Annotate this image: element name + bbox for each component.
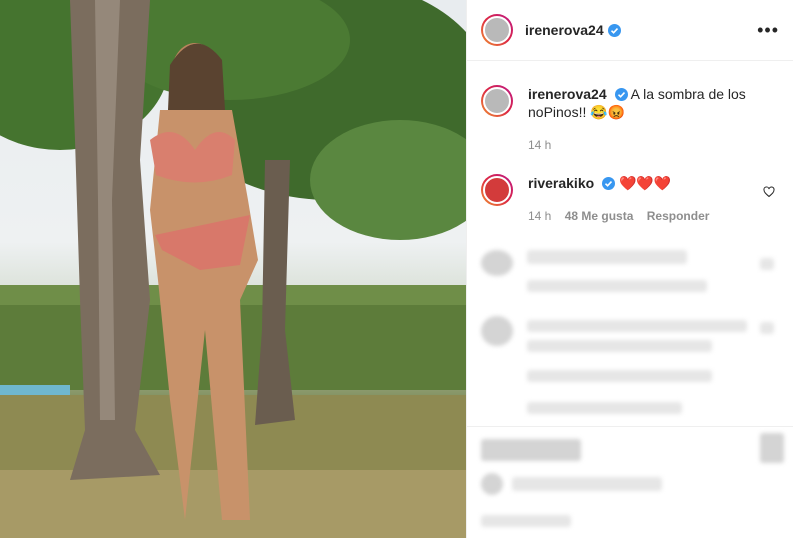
instagram-post-view: irenerova24 ••• irenerova24 A la sombra …	[0, 0, 793, 538]
blurred-comment-meta	[527, 280, 707, 292]
more-options-icon[interactable]: •••	[757, 21, 779, 39]
verified-icon	[614, 88, 628, 101]
caption-text: irenerova24 A la sombra de los noPinos!!…	[528, 85, 768, 121]
post-photo[interactable]	[0, 0, 466, 538]
blurred-actions	[481, 439, 581, 461]
caption-time[interactable]: 14 h	[528, 138, 551, 152]
comment-body: ❤️❤️❤️	[618, 175, 672, 191]
blurred-heart	[760, 258, 774, 270]
heart-icon[interactable]	[763, 186, 775, 198]
commenter-avatar[interactable]	[481, 174, 513, 206]
blurred-avatar	[481, 316, 513, 346]
reply-button[interactable]: Responder	[647, 209, 710, 223]
caption-username[interactable]: irenerova24	[528, 86, 607, 102]
blurred-avatar	[481, 250, 513, 276]
post-header: irenerova24 •••	[467, 0, 793, 61]
comment-likes[interactable]: 48 Me gusta	[565, 209, 634, 223]
verified-icon	[602, 177, 616, 190]
blurred-comment-meta	[527, 370, 712, 382]
blurred-comment	[527, 250, 687, 264]
caption-row: irenerova24 A la sombra de los noPinos!!…	[481, 85, 768, 121]
comment-row: riverakiko ❤️❤️❤️	[481, 174, 768, 206]
action-bar	[467, 426, 793, 527]
comment-time[interactable]: 14 h	[528, 209, 551, 223]
author-username[interactable]: irenerova24	[525, 22, 604, 38]
blurred-comment	[527, 320, 747, 332]
blurred-comment	[527, 340, 712, 352]
verified-icon	[607, 23, 621, 37]
blurred-date	[481, 515, 571, 527]
blurred-avatar	[481, 473, 503, 495]
photo-illustration	[0, 0, 466, 538]
caption-avatar[interactable]	[481, 85, 513, 117]
blurred-heart	[760, 322, 774, 334]
comment-meta: 14 h 48 Me gusta Responder	[528, 209, 709, 223]
blurred-likes	[512, 477, 662, 491]
author-avatar[interactable]	[481, 14, 513, 46]
comment-text: riverakiko ❤️❤️❤️	[528, 174, 768, 206]
blurred-comment-meta	[527, 402, 682, 414]
comments-panel: irenerova24 ••• irenerova24 A la sombra …	[466, 0, 793, 538]
commenter-username[interactable]: riverakiko	[528, 175, 594, 191]
blurred-save	[760, 433, 784, 463]
